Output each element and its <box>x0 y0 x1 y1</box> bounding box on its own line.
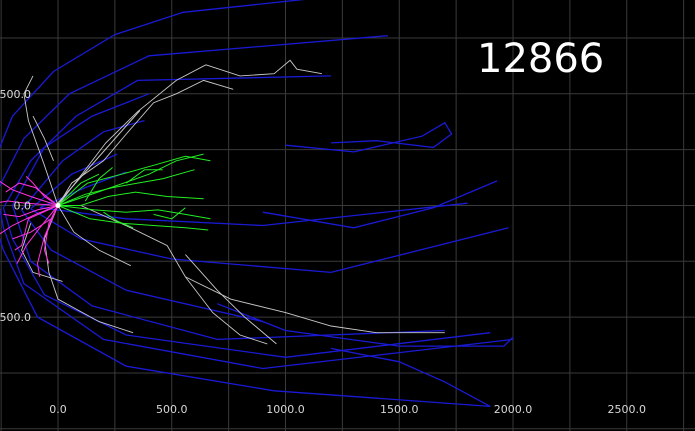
y-tick-label: 500.0 <box>0 88 31 101</box>
x-tick-label: 1000.0 <box>266 403 305 416</box>
frame-counter: 12866 <box>477 36 604 82</box>
morphology-plot: 0.0 500.0 1000.0 1500.0 2000.0 2500.0 500.0 0.0… <box>0 0 695 431</box>
soma-marker <box>55 202 61 208</box>
x-tick-label: 500.0 <box>156 403 188 416</box>
y-tick-label: 0.0 <box>14 199 32 212</box>
x-tick-label: 1500.0 <box>380 403 419 416</box>
y-tick-label: 500.0 <box>0 311 31 324</box>
x-tick-label: 2500.0 <box>608 403 647 416</box>
x-tick-label: 0.0 <box>49 403 67 416</box>
x-tick-label: 2000.0 <box>494 403 533 416</box>
